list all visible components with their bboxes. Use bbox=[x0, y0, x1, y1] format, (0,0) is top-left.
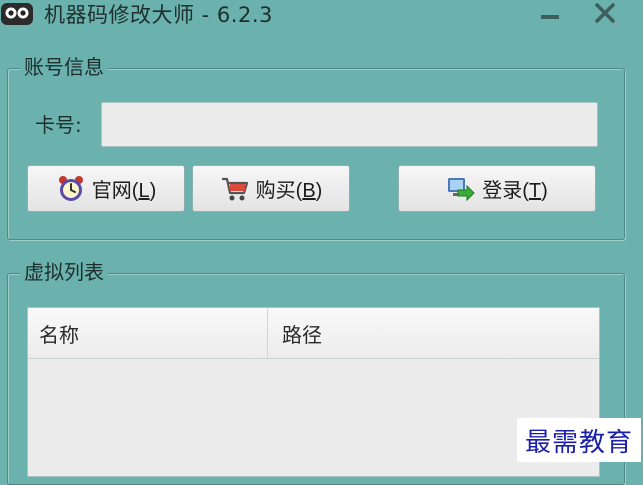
close-button[interactable] bbox=[588, 2, 622, 28]
login-label: 登录 bbox=[482, 180, 523, 202]
card-number-label: 卡号: bbox=[35, 113, 82, 137]
list-header: 名称 路径 bbox=[28, 308, 599, 359]
buy-accelerator: B bbox=[302, 180, 316, 202]
shopping-cart-icon bbox=[220, 174, 250, 204]
watermark-text: 最需教育 bbox=[524, 427, 633, 458]
column-header-path-label: 路径 bbox=[282, 322, 322, 347]
account-info-legend: 账号信息 bbox=[20, 55, 108, 79]
close-icon bbox=[594, 2, 616, 28]
account-info-group bbox=[7, 68, 625, 240]
column-header-path[interactable]: 路径 bbox=[269, 308, 599, 358]
virtual-list-view[interactable]: 名称 路径 bbox=[27, 307, 600, 477]
official-website-accelerator: L bbox=[138, 180, 150, 202]
login-monitor-arrow-icon bbox=[446, 174, 476, 204]
window-title: 机器码修改大师 - 6.2.3 bbox=[44, 3, 273, 27]
login-button[interactable]: 登录(T) bbox=[398, 165, 596, 212]
column-header-name-label: 名称 bbox=[39, 322, 79, 347]
virtual-list-legend: 虚拟列表 bbox=[20, 260, 108, 284]
column-header-name[interactable]: 名称 bbox=[28, 308, 268, 358]
buy-label: 购买 bbox=[255, 180, 296, 202]
login-accelerator: T bbox=[528, 180, 542, 202]
title-bar: 机器码修改大师 - 6.2.3 bbox=[0, 0, 643, 32]
minimize-icon bbox=[539, 2, 561, 28]
buy-button[interactable]: 购买(B) bbox=[192, 165, 350, 212]
card-number-input[interactable] bbox=[101, 102, 598, 147]
official-website-button[interactable]: 官网(L) bbox=[27, 165, 185, 212]
watermark: 最需教育 bbox=[517, 418, 641, 462]
official-website-label: 官网 bbox=[91, 180, 132, 202]
alarm-clock-icon bbox=[56, 174, 86, 204]
owl-face-icon bbox=[0, 1, 34, 27]
minimize-button[interactable] bbox=[533, 2, 567, 28]
